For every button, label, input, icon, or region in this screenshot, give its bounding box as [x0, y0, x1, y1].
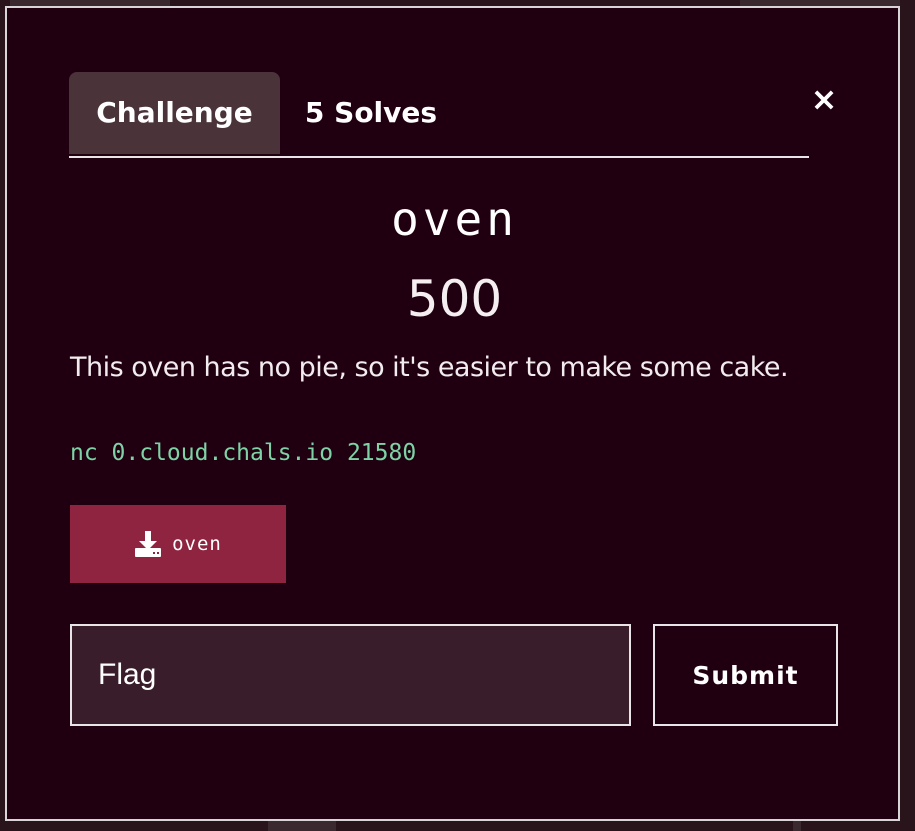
- submit-button[interactable]: Submit: [653, 624, 838, 726]
- challenge-points: 500: [406, 270, 503, 328]
- download-file-button[interactable]: oven: [70, 505, 286, 583]
- download-icon: [135, 531, 162, 557]
- challenge-description: This oven has no pie, so it's easier to …: [70, 352, 789, 383]
- background-tile: [793, 821, 801, 831]
- challenge-title: oven: [391, 192, 518, 246]
- flag-input[interactable]: [70, 624, 631, 726]
- tab-challenge[interactable]: Challenge: [69, 72, 280, 154]
- tab-solves[interactable]: 5 Solves: [291, 72, 451, 154]
- modal-tabs: Challenge 5 Solves: [69, 72, 809, 158]
- challenge-modal: Challenge 5 Solves × oven 500 This oven …: [5, 6, 900, 821]
- close-icon: ×: [810, 80, 838, 118]
- download-file-label: oven: [172, 533, 222, 555]
- close-button[interactable]: ×: [807, 82, 841, 116]
- connection-command: nc 0.cloud.chals.io 21580: [70, 440, 417, 466]
- background-tile: [268, 821, 336, 831]
